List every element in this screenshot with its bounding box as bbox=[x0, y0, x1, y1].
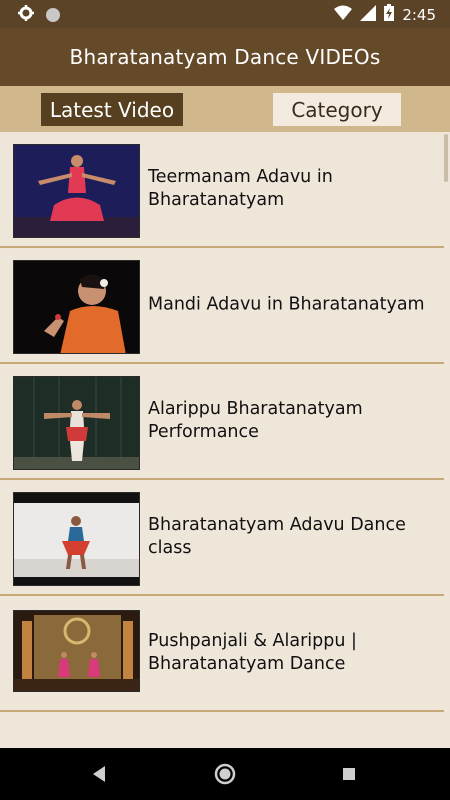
video-thumbnail[interactable] bbox=[13, 492, 140, 586]
video-title: Alarippu Bharatanatyam Performance bbox=[148, 399, 363, 442]
signal-icon bbox=[360, 4, 377, 25]
tab-bar: Latest Video Category bbox=[0, 86, 450, 132]
video-thumbnail[interactable] bbox=[13, 144, 140, 238]
status-time: 2:45 bbox=[402, 5, 436, 24]
video-list[interactable]: Teermanam Adavu in Bharatanatyam Mandi A… bbox=[0, 132, 450, 748]
scrollbar[interactable] bbox=[444, 134, 448, 182]
list-item[interactable]: Teermanam Adavu in Bharatanatyam bbox=[0, 132, 444, 248]
app-title: Bharatanatyam Dance VIDEOs bbox=[69, 45, 381, 69]
video-thumbnail[interactable] bbox=[13, 610, 140, 692]
navigation-bar bbox=[0, 748, 450, 800]
list-item[interactable]: Alarippu Bharatanatyam Performance bbox=[0, 364, 444, 480]
home-icon[interactable] bbox=[212, 761, 238, 787]
list-item[interactable]: Pushpanjali & Alarippu | Bharatanatyam D… bbox=[0, 596, 444, 712]
tab-latest-video[interactable]: Latest Video bbox=[41, 93, 183, 126]
video-title: Pushpanjali & Alarippu | Bharatanatyam D… bbox=[148, 631, 357, 674]
back-icon[interactable] bbox=[87, 761, 113, 787]
video-thumbnail[interactable] bbox=[13, 260, 140, 354]
video-thumbnail[interactable] bbox=[13, 376, 140, 470]
recents-icon[interactable] bbox=[336, 761, 362, 787]
list-item[interactable]: Mandi Adavu in Bharatanatyam bbox=[0, 248, 444, 364]
video-title: Teermanam Adavu in Bharatanatyam bbox=[148, 167, 333, 210]
circle-icon bbox=[46, 8, 60, 22]
wifi-icon bbox=[334, 5, 353, 25]
list-item[interactable]: Bharatanatyam Adavu Dance class bbox=[0, 480, 444, 596]
video-title: Mandi Adavu in Bharatanatyam bbox=[148, 294, 425, 315]
tab-category[interactable]: Category bbox=[273, 93, 401, 126]
video-title: Bharatanatyam Adavu Dance class bbox=[148, 515, 406, 558]
battery-icon bbox=[384, 4, 395, 25]
app-bar: Bharatanatyam Dance VIDEOs bbox=[0, 28, 450, 86]
status-bar: 2:45 bbox=[0, 0, 450, 28]
settings-icon bbox=[18, 5, 34, 25]
